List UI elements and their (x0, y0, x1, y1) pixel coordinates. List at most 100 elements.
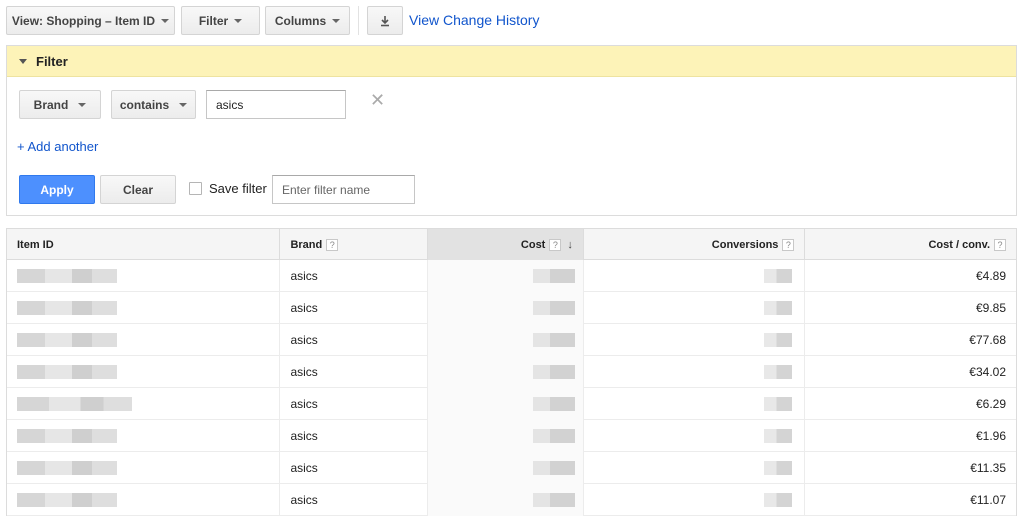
chevron-down-icon (78, 102, 87, 107)
cost-per-conv-value: €11.07 (970, 493, 1006, 507)
conversions-cell (584, 356, 806, 388)
table-row: asics €11.35 (7, 452, 1016, 484)
view-selector-label: View: Shopping – Item ID (11, 13, 156, 28)
item-id-cell (7, 388, 281, 420)
column-header-cost[interactable]: Cost ? ↓ (428, 229, 584, 260)
table-row: asics €6.29 (7, 388, 1016, 420)
redacted-item-id (17, 461, 117, 475)
view-selector-button[interactable]: View: Shopping – Item ID (6, 6, 175, 35)
filter-value-input[interactable]: asics (206, 90, 346, 119)
redacted-cost (532, 301, 575, 315)
redacted-conversions (764, 269, 793, 283)
filter-name-input[interactable] (272, 175, 415, 204)
brand-value: asics (290, 269, 318, 283)
chevron-down-icon (234, 18, 243, 23)
brand-cell: asics (280, 356, 429, 388)
redacted-item-id (17, 493, 117, 507)
columns-button[interactable]: Columns (265, 6, 350, 35)
cost-per-conv-cell: €11.35 (805, 452, 1016, 484)
conversions-cell (584, 292, 806, 324)
clear-button[interactable]: Clear (100, 175, 176, 204)
cost-cell (428, 420, 584, 452)
redacted-conversions (764, 493, 793, 507)
cost-per-conv-value: €77.68 (969, 333, 1006, 347)
cost-per-conv-cell: €1.96 (805, 420, 1016, 452)
chevron-down-icon (179, 102, 188, 107)
brand-value: asics (290, 461, 318, 475)
table-row: asics €4.89 (7, 260, 1016, 292)
help-icon[interactable]: ? (549, 238, 562, 251)
help-icon[interactable]: ? (994, 238, 1006, 251)
column-header-cost-per-conv[interactable]: Cost / conv. ? (805, 229, 1016, 260)
save-filter-checkbox[interactable] (189, 182, 202, 195)
redacted-item-id (17, 333, 117, 347)
table-header: Item ID Brand ? Cost ? ↓ Conversions ? C… (7, 229, 1016, 260)
cost-per-conv-value: €6.29 (975, 397, 1006, 411)
redacted-item-id (17, 365, 117, 379)
add-another-link[interactable]: + Add another (17, 139, 98, 154)
redacted-cost (532, 365, 575, 379)
cost-cell (428, 452, 584, 484)
item-id-cell (7, 260, 281, 292)
cost-per-conv-value: €4.89 (975, 269, 1006, 283)
redacted-conversions (764, 461, 793, 475)
redacted-conversions (764, 397, 793, 411)
cost-per-conv-cell: €6.29 (805, 388, 1016, 420)
cost-per-conv-value: €1.96 (975, 429, 1006, 443)
table-row: asics €1.96 (7, 420, 1016, 452)
brand-value: asics (290, 429, 318, 443)
columns-button-label: Columns (274, 13, 327, 28)
redacted-cost (532, 269, 575, 283)
filter-field-label: Brand (33, 97, 69, 112)
column-header-conversions[interactable]: Conversions ? (584, 229, 806, 260)
cost-per-conv-cell: €9.85 (805, 292, 1016, 324)
remove-filter-icon[interactable]: ✕ (370, 90, 385, 111)
column-header-brand[interactable]: Brand ? (280, 229, 429, 260)
filter-operator-dropdown[interactable]: contains (111, 90, 196, 119)
cost-cell (428, 388, 584, 420)
download-icon (381, 15, 389, 26)
brand-cell: asics (280, 388, 429, 420)
cost-cell (428, 292, 584, 324)
conversions-cell (584, 420, 806, 452)
item-id-cell (7, 484, 281, 516)
table-row: asics €34.02 (7, 356, 1016, 388)
view-change-history-link[interactable]: View Change History (409, 12, 539, 28)
cost-per-conv-value: €34.02 (969, 365, 1006, 379)
filter-panel-header[interactable]: Filter (7, 46, 1016, 77)
save-filter-label: Save filter (209, 181, 267, 196)
apply-button[interactable]: Apply (19, 175, 95, 204)
redacted-conversions (764, 365, 793, 379)
redacted-cost (532, 493, 575, 507)
filter-operator-label: contains (119, 97, 170, 112)
cost-per-conv-value: €9.85 (975, 301, 1006, 315)
download-button[interactable] (367, 6, 403, 35)
toolbar-divider (358, 6, 359, 35)
brand-value: asics (290, 333, 318, 347)
redacted-cost (532, 429, 575, 443)
cost-per-conv-value: €11.35 (970, 461, 1006, 475)
filter-field-dropdown[interactable]: Brand (19, 90, 101, 119)
item-id-cell (7, 452, 281, 484)
table-body: asics €4.89 asics €9.85 asics €77.68 asics €34.… (7, 260, 1016, 516)
column-header-label: Conversions (711, 238, 779, 251)
column-header-item-id[interactable]: Item ID (7, 229, 281, 260)
help-icon[interactable]: ? (326, 238, 339, 251)
redacted-item-id (17, 301, 117, 315)
cost-per-conv-cell: €77.68 (805, 324, 1016, 356)
redacted-conversions (764, 333, 793, 347)
brand-cell: asics (280, 324, 429, 356)
brand-value: asics (290, 397, 318, 411)
item-id-cell (7, 420, 281, 452)
filter-button[interactable]: Filter (181, 6, 260, 35)
cost-cell (428, 484, 584, 516)
chevron-down-icon (161, 18, 170, 23)
help-icon[interactable]: ? (782, 238, 795, 251)
brand-value: asics (290, 493, 318, 507)
brand-cell: asics (280, 292, 429, 324)
redacted-cost (532, 461, 575, 475)
conversions-cell (584, 452, 806, 484)
table-row: asics €11.07 (7, 484, 1016, 516)
item-id-cell (7, 324, 281, 356)
redacted-item-id (17, 429, 117, 443)
